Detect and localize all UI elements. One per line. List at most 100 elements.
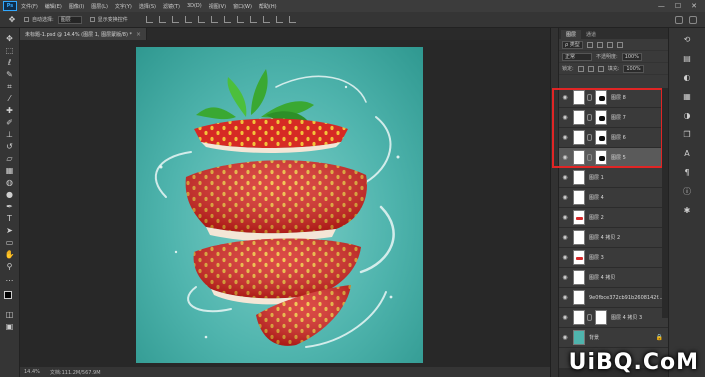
- menu-layer[interactable]: 图层(L): [91, 3, 108, 10]
- menu-file[interactable]: 文件(F): [21, 3, 38, 10]
- layer-name[interactable]: 图层 6: [611, 134, 626, 141]
- layer-row[interactable]: ◉ 图层 4 拷贝 3: [559, 308, 669, 328]
- show-transform-checkbox[interactable]: [89, 17, 95, 22]
- eye-icon[interactable]: ◉: [559, 234, 571, 241]
- adjustments-icon[interactable]: ◐: [681, 72, 693, 82]
- screen-mode-icon[interactable]: ▣: [4, 322, 16, 332]
- eye-icon[interactable]: ◉: [559, 294, 571, 301]
- layer-row[interactable]: ◉ 图层 1: [559, 168, 669, 188]
- layer-kind-filter[interactable]: ρ 类型: [562, 40, 583, 49]
- layer-mask-thumbnail[interactable]: [595, 130, 607, 145]
- close-tab-icon[interactable]: ×: [136, 31, 141, 38]
- align-top-icon[interactable]: [145, 16, 153, 23]
- history-icon[interactable]: ⟲: [681, 34, 693, 44]
- close-button[interactable]: ✕: [691, 2, 697, 10]
- filter-type-icon[interactable]: [606, 41, 613, 48]
- align-left-icon[interactable]: [184, 16, 192, 23]
- opacity-field[interactable]: 100%: [621, 52, 642, 61]
- maximize-button[interactable]: ☐: [675, 2, 681, 10]
- link-icon[interactable]: [587, 134, 592, 141]
- menu-image[interactable]: 图像(I): [69, 3, 84, 10]
- distribute-top-icon[interactable]: [223, 16, 231, 23]
- minimize-button[interactable]: —: [658, 2, 665, 10]
- link-icon[interactable]: [587, 94, 592, 101]
- blur-icon[interactable]: ◍: [4, 178, 16, 188]
- eye-icon[interactable]: ◉: [559, 94, 571, 101]
- layer-row[interactable]: ◉ 图层 4 拷贝: [559, 268, 669, 288]
- move-icon[interactable]: ✥: [4, 34, 16, 44]
- layer-row[interactable]: ◉ 9e0fbce372cb91b2608142f...: [559, 288, 669, 308]
- stamp-icon[interactable]: ⊥: [4, 130, 16, 140]
- layer-name[interactable]: 9e0fbce372cb91b2608142f...: [589, 295, 663, 301]
- color-swatches[interactable]: [3, 290, 17, 304]
- healing-icon[interactable]: ✚: [4, 106, 16, 116]
- filter-shape-icon[interactable]: [616, 41, 623, 48]
- layer-name[interactable]: 图层 5: [611, 154, 626, 161]
- align-middle-icon[interactable]: [158, 16, 166, 23]
- link-icon[interactable]: [587, 154, 592, 161]
- auto-select-checkbox[interactable]: [24, 17, 29, 22]
- eye-icon[interactable]: ◉: [559, 194, 571, 201]
- distribute-center-icon[interactable]: [275, 16, 283, 23]
- layer-name[interactable]: 图层 8: [611, 94, 626, 101]
- document-tab[interactable]: 未标题-1.psd @ 14.4% (图层 1, 图层蒙版/8) * ×: [20, 28, 148, 40]
- layer-name[interactable]: 背景: [589, 334, 599, 341]
- lock-position-icon[interactable]: [597, 65, 604, 72]
- type-icon[interactable]: T: [4, 214, 16, 224]
- layer-row[interactable]: ◉ 图层 4: [559, 188, 669, 208]
- layer-name[interactable]: 图层 7: [611, 114, 626, 121]
- eyedropper-icon[interactable]: ⁄: [4, 94, 16, 104]
- gradient-icon[interactable]: ▦: [4, 166, 16, 176]
- menu-help[interactable]: 帮助(H): [259, 3, 277, 10]
- layer-row-background[interactable]: ◉ 背景 🔒: [559, 328, 669, 348]
- align-bottom-icon[interactable]: [171, 16, 179, 23]
- menu-3d[interactable]: 3D(D): [187, 3, 202, 9]
- move-tool-icon[interactable]: ✥: [6, 15, 18, 25]
- layer-row[interactable]: ◉ 图层 4 拷贝 2: [559, 228, 669, 248]
- menu-edit[interactable]: 编辑(E): [45, 3, 62, 10]
- color-icon[interactable]: ◑: [681, 110, 693, 120]
- lightbulb-icon[interactable]: ✱: [681, 205, 693, 215]
- align-right-icon[interactable]: [210, 16, 218, 23]
- menu-filter[interactable]: 滤镜(T): [163, 3, 180, 10]
- quick-select-icon[interactable]: ✎: [4, 70, 16, 80]
- distribute-left-icon[interactable]: [262, 16, 270, 23]
- layer-name[interactable]: 图层 1: [589, 174, 604, 181]
- distribute-middle-icon[interactable]: [236, 16, 244, 23]
- layer-name[interactable]: 图层 4: [589, 194, 604, 201]
- lock-pixels-icon[interactable]: [587, 65, 594, 72]
- shape-icon[interactable]: ▭: [4, 238, 16, 248]
- search-icon[interactable]: [675, 15, 683, 24]
- eye-icon[interactable]: ◉: [559, 174, 571, 181]
- eye-icon[interactable]: ◉: [559, 114, 571, 121]
- hand-icon[interactable]: ✋: [4, 250, 16, 260]
- menu-view[interactable]: 视图(V): [209, 3, 226, 10]
- layer-mask-thumbnail[interactable]: [595, 310, 607, 325]
- eye-icon[interactable]: ◉: [559, 154, 571, 161]
- layer-name[interactable]: 图层 4 拷贝 3: [611, 314, 642, 321]
- workspace-icon[interactable]: [689, 15, 697, 24]
- menu-window[interactable]: 窗口(W): [233, 3, 252, 10]
- foreground-color[interactable]: [3, 291, 12, 299]
- crop-icon[interactable]: ⌗: [4, 82, 16, 92]
- more-tools-icon[interactable]: …: [4, 274, 16, 284]
- eraser-icon[interactable]: ▱: [4, 154, 16, 164]
- layer-row[interactable]: ◉ 图层 8: [559, 88, 669, 108]
- eye-icon[interactable]: ◉: [559, 334, 571, 341]
- dodge-icon[interactable]: ●: [4, 190, 16, 200]
- filter-adjust-icon[interactable]: [596, 41, 603, 48]
- eye-icon[interactable]: ◉: [559, 274, 571, 281]
- character-icon[interactable]: A: [681, 148, 693, 158]
- zoom-icon[interactable]: ⚲: [4, 262, 16, 272]
- blend-mode-dropdown[interactable]: 正常: [562, 52, 592, 61]
- history-brush-icon[interactable]: ↺: [4, 142, 16, 152]
- layer-mask-thumbnail[interactable]: [595, 110, 607, 125]
- layer-row-selected[interactable]: ◉ 图层 5: [559, 148, 669, 168]
- canvas-area[interactable]: [20, 40, 550, 367]
- filter-pixel-icon[interactable]: [586, 41, 593, 48]
- link-icon[interactable]: [587, 114, 592, 121]
- properties-icon[interactable]: ▤: [681, 53, 693, 63]
- link-icon[interactable]: [587, 314, 592, 321]
- layer-mask-thumbnail[interactable]: [595, 90, 607, 105]
- lock-transparent-icon[interactable]: [577, 65, 584, 72]
